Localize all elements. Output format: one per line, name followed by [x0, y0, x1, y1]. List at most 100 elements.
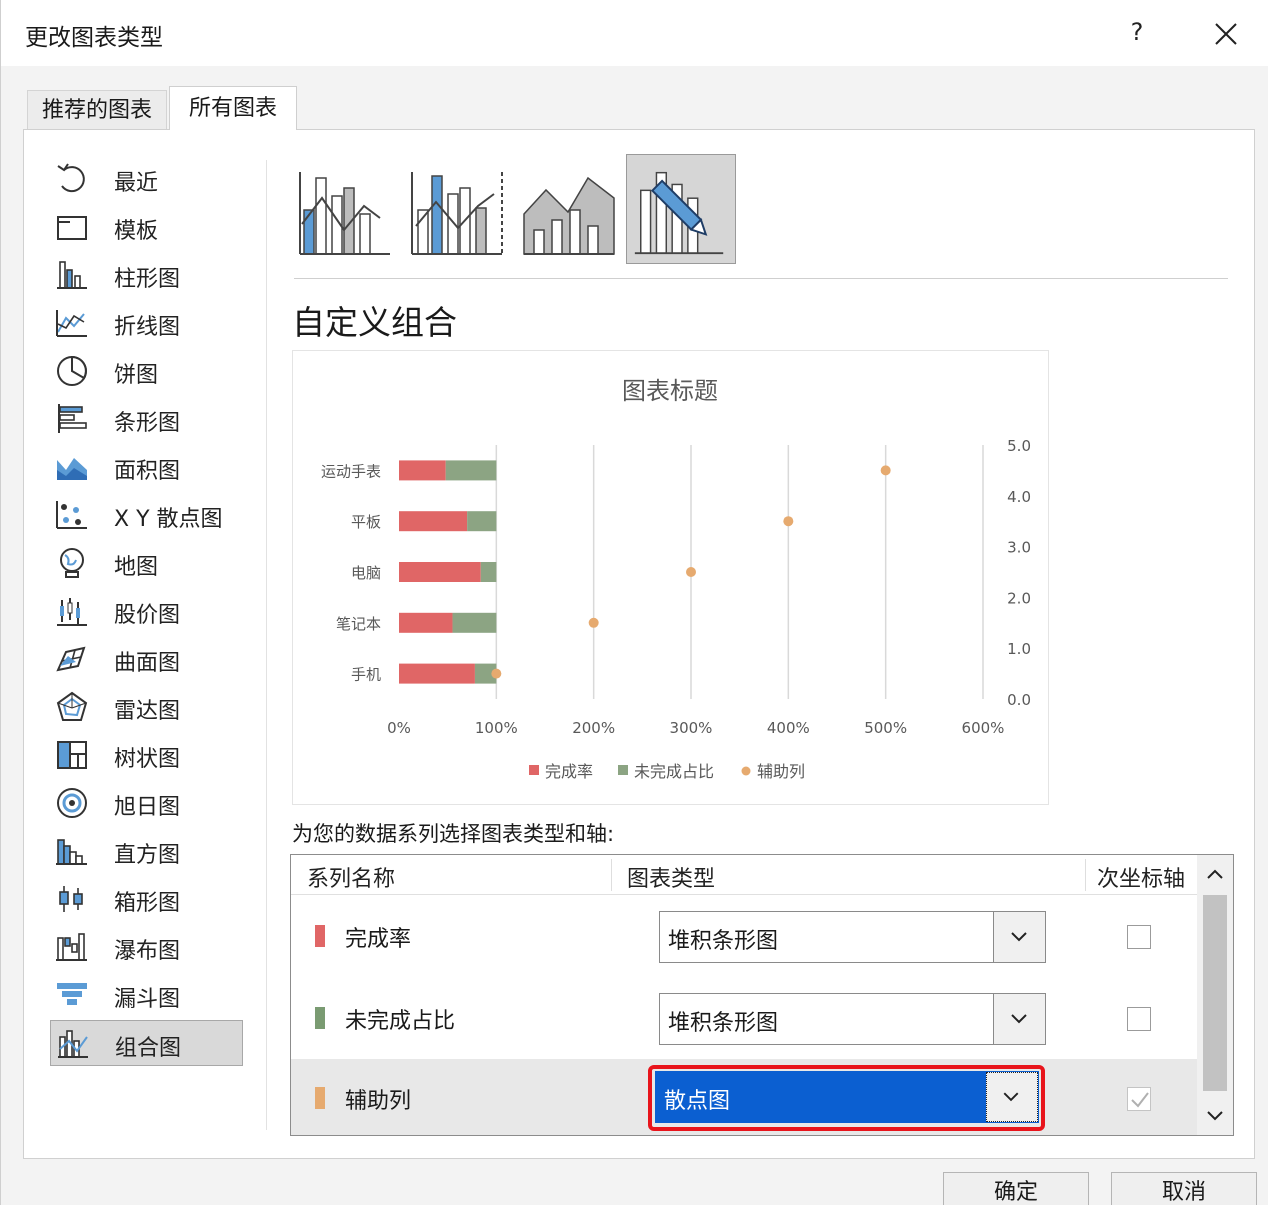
sidebar-item-label: 柱形图	[114, 267, 181, 292]
pie-chart-icon	[54, 354, 90, 388]
sidebar-item-bar-chart[interactable]: 条形图	[50, 396, 243, 442]
series-grid-header: 系列名称 图表类型 次坐标轴	[291, 855, 1197, 895]
sidebar-item-line-chart[interactable]: 折线图	[50, 300, 243, 346]
series-row-helper-column[interactable]: 辅助列 散点图	[291, 1059, 1197, 1135]
x-tick-label: 100%	[475, 719, 518, 737]
sidebar-item-label: 股价图	[114, 603, 181, 628]
sidebar-item-column-chart[interactable]: 柱形图	[50, 252, 243, 298]
sidebar-item-radar-chart[interactable]: 雷达图	[50, 684, 243, 730]
recent-icon	[54, 162, 90, 196]
chevron-down-icon	[1011, 932, 1027, 942]
header-separator	[1085, 859, 1086, 891]
subtype-custom-combination[interactable]	[626, 154, 736, 264]
line-chart-icon	[54, 306, 90, 340]
sidebar-item-area-chart[interactable]: 面积图	[50, 444, 243, 490]
sidebar-item-pie-chart[interactable]: 饼图	[50, 348, 243, 394]
chevron-down-icon	[1003, 1092, 1019, 1102]
boxplot-chart-icon	[54, 882, 90, 916]
subtype-clustered-column-line-secondary[interactable]	[406, 154, 516, 264]
sidebar-item-label: 直方图	[114, 843, 181, 868]
secondary-y-tick-label: 2.0	[1007, 589, 1031, 607]
category-label: 运动手表	[321, 462, 381, 480]
stock-chart-icon	[54, 594, 90, 628]
series-name: 完成率	[345, 927, 412, 952]
series-grid-scrollbar[interactable]	[1197, 855, 1233, 1135]
sidebar-item-template[interactable]: 模板	[50, 204, 243, 250]
sidebar-item-histogram-chart[interactable]: 直方图	[50, 828, 243, 874]
chevron-up-icon	[1207, 869, 1223, 879]
map-chart-icon	[54, 546, 90, 580]
secondary-axis-checkbox[interactable]	[1127, 1087, 1151, 1111]
histogram-chart-icon	[54, 834, 90, 868]
sidebar-item-label: 地图	[114, 555, 159, 580]
sidebar-item-boxplot-chart[interactable]: 箱形图	[50, 876, 243, 922]
scatter-point	[491, 668, 502, 679]
help-button[interactable]: ?	[1119, 14, 1155, 50]
close-icon	[1215, 23, 1237, 45]
cancel-button[interactable]: 取消	[1111, 1172, 1257, 1205]
scatter-point	[686, 567, 696, 577]
subtype-clustered-column-line[interactable]	[294, 154, 404, 264]
chart-type-value: 堆积条形图	[668, 929, 779, 954]
chart-type-select[interactable]: 堆积条形图	[659, 911, 1046, 963]
scroll-down-button[interactable]	[1197, 1097, 1233, 1133]
sidebar-item-surface-chart[interactable]: 曲面图	[50, 636, 243, 682]
funnel-chart-icon	[54, 978, 90, 1012]
series-caption: 为您的数据系列选择图表类型和轴:	[292, 822, 615, 846]
chart-type-select[interactable]: 散点图	[655, 1071, 1039, 1123]
sunburst-chart-icon	[54, 786, 90, 820]
sidebar-item-funnel-chart[interactable]: 漏斗图	[50, 972, 243, 1018]
sidebar-item-recent[interactable]: 最近	[50, 156, 243, 202]
header-series-name: 系列名称	[307, 867, 396, 892]
category-label: 平板	[351, 513, 381, 531]
clustered-column-line-icon	[299, 172, 390, 255]
chart-type-select[interactable]: 堆积条形图	[659, 993, 1046, 1045]
legend-label: 辅助列	[757, 762, 805, 781]
sidebar-item-scatter-chart[interactable]: X Y 散点图	[50, 492, 243, 538]
chart-type-dropdown-button[interactable]	[993, 994, 1045, 1044]
template-icon	[54, 210, 90, 244]
scroll-up-button[interactable]	[1197, 857, 1233, 893]
x-tick-label: 0%	[387, 719, 411, 737]
bar-chart-icon	[54, 402, 90, 436]
secondary-y-tick-label: 0.0	[1007, 691, 1031, 709]
section-title: 自定义组合	[292, 303, 457, 342]
sidebar-item-stock-chart[interactable]: 股价图	[50, 588, 243, 634]
series-color-swatch	[315, 1087, 325, 1109]
sidebar-item-sunburst-chart[interactable]: 旭日图	[50, 780, 243, 826]
bar-segment	[467, 511, 497, 532]
sidebar-item-combo-chart[interactable]: 组合图	[50, 1020, 243, 1066]
bar-segment	[445, 460, 497, 481]
chart-type-dropdown-button[interactable]	[986, 1072, 1038, 1122]
secondary-axis-checkbox[interactable]	[1127, 925, 1151, 949]
subtype-stacked-area-column[interactable]	[518, 154, 628, 264]
ok-button[interactable]: 确定	[943, 1172, 1089, 1205]
series-row-completion-rate[interactable]: 完成率 堆积条形图	[291, 897, 1197, 977]
secondary-axis-checkbox[interactable]	[1127, 1007, 1151, 1031]
sidebar-item-label: X Y 散点图	[114, 507, 223, 532]
scatter-point	[880, 465, 891, 476]
chart-type-dropdown-button[interactable]	[993, 912, 1045, 962]
category-label: 电脑	[351, 564, 381, 582]
bar-segment	[452, 612, 497, 633]
bar-segment	[399, 562, 481, 582]
series-row-incomplete-ratio[interactable]: 未完成占比 堆积条形图	[291, 979, 1197, 1059]
all-charts-panel: 最近模板柱形图折线图 饼图 条形图 面积图 X Y 散点图 地图股价图曲面图 雷达图 树状图旭…	[23, 129, 1255, 1159]
category-label: 手机	[351, 666, 381, 684]
close-button[interactable]	[1206, 14, 1246, 54]
header-separator	[611, 859, 612, 891]
sidebar-item-map-chart[interactable]: 地图	[50, 540, 243, 586]
tab-all-charts[interactable]: 所有图表	[169, 86, 297, 130]
series-color-swatch	[315, 1007, 325, 1029]
sidebar-item-label: 最近	[114, 171, 159, 196]
sidebar-item-treemap-chart[interactable]: 树状图	[50, 732, 243, 778]
scatter-chart-icon	[54, 498, 90, 532]
bar-segment	[399, 663, 475, 684]
bar-segment	[399, 511, 468, 532]
combo-chart-icon	[55, 1027, 91, 1061]
tab-recommended-charts[interactable]: 推荐的图表	[27, 90, 167, 130]
scroll-thumb[interactable]	[1203, 895, 1227, 1091]
clustered-column-line-secondary-icon	[411, 172, 503, 255]
legend-marker	[618, 765, 628, 775]
sidebar-item-waterfall-chart[interactable]: 瀑布图	[50, 924, 243, 970]
